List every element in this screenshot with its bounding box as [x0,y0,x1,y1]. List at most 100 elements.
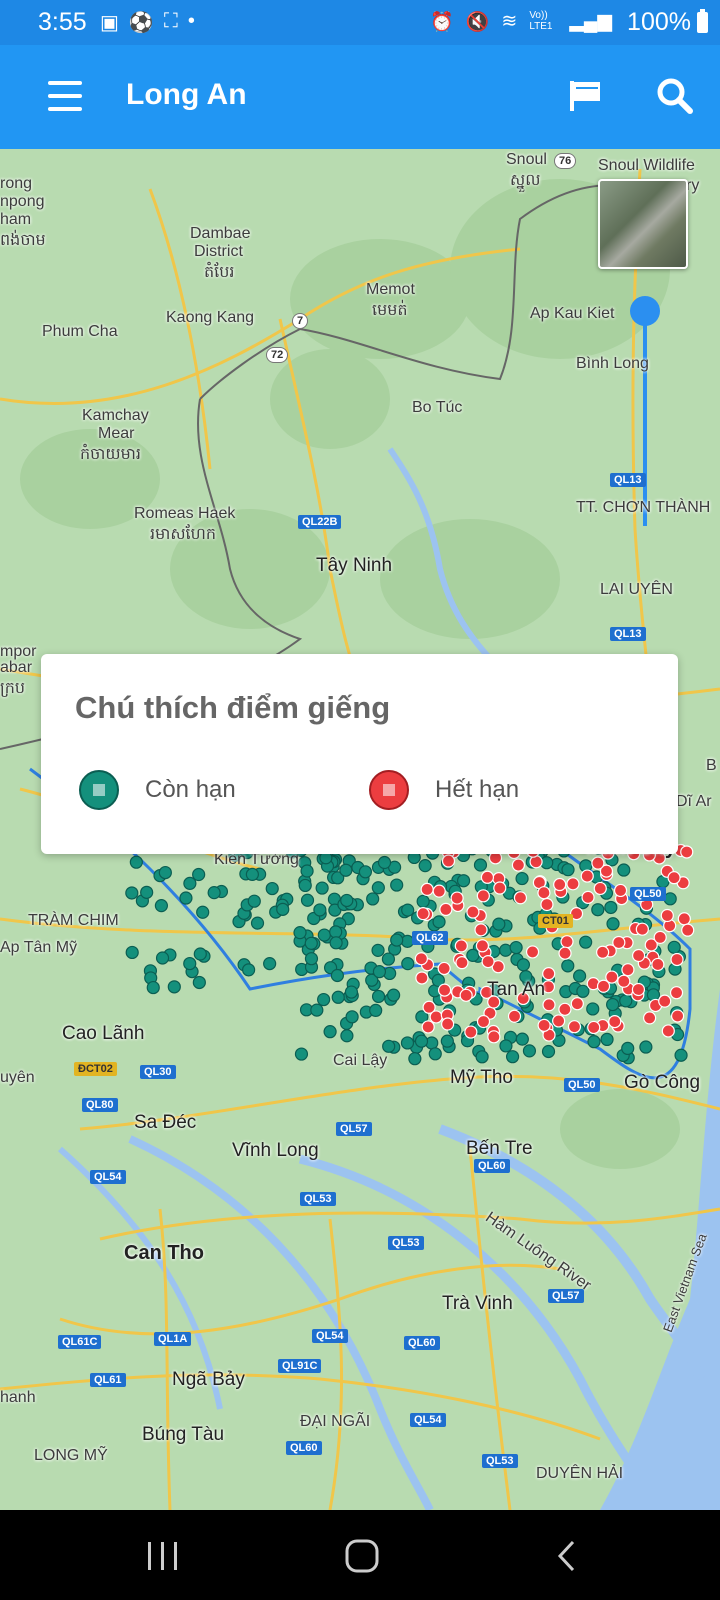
river-branch [298,1154,644,1482]
expired-well-marker [596,945,610,959]
road-badge: 7 [292,313,309,329]
valid-well-marker [339,863,353,877]
valid-well-marker [276,902,290,916]
expired-well-marker [455,956,469,970]
mute-icon: 🔇 [465,12,490,33]
expired-well-marker [635,922,649,936]
expired-well-marker [670,1009,685,1023]
app-bar: Long An [0,45,720,149]
valid-well-marker [242,963,256,977]
map-label: Memot [366,281,415,298]
location-pin[interactable] [630,296,660,326]
valid-well-marker [639,1040,653,1054]
valid-well-marker [323,1025,337,1039]
home-button[interactable] [342,1538,382,1574]
legend-title: Chú thích điểm giếng [75,690,391,725]
map-label: Kaong Kang [166,309,255,326]
valid-well-marker [576,984,590,998]
menu-button[interactable] [46,77,86,117]
valid-well-marker [377,855,392,870]
back-button[interactable] [548,1538,588,1574]
valid-well-marker [329,936,343,950]
valid-well-marker [509,940,523,955]
map-label: Búng Tàu [142,1424,225,1445]
road-badge: QL53 [300,1192,336,1206]
road-badge: QL60 [404,1336,440,1350]
road-badge: QL50 [564,1078,600,1092]
valid-well-marker [515,1032,529,1046]
road-badge: QL57 [336,1122,372,1136]
valid-well-marker [428,1047,442,1061]
expired-well-marker [587,1020,601,1035]
valid-well-marker [371,881,385,895]
flag-button[interactable] [566,75,610,119]
expired-well-icon [369,770,409,810]
expired-well-marker [653,930,667,944]
expired-well-marker [416,907,430,921]
valid-well-marker [294,1047,309,1061]
valid-well-marker [304,952,319,966]
recent-apps-button[interactable] [143,1538,183,1574]
valid-well-marker [317,992,331,1007]
flag-icon [570,81,600,111]
map-label: rong [0,175,33,192]
map-label: តំបែរ [204,264,235,281]
signal-icon: ▂▄▆ [569,11,612,32]
road-badge: CT01 [538,914,573,928]
map-label: hanh [0,1389,36,1406]
valid-well-marker [345,1010,359,1024]
map-label: ĐẠI NGÃI [300,1413,371,1430]
valid-well-marker [587,1035,601,1049]
valid-well-marker [158,865,172,880]
expired-well-marker [621,963,635,977]
valid-well-marker [473,858,488,872]
valid-well-marker [606,997,620,1012]
valid-well-marker [674,1048,688,1062]
expired-well-marker [540,897,554,912]
road-badge: QL13 [610,473,646,487]
street-view-thumbnail[interactable] [598,179,688,269]
expired-well-marker [681,923,695,937]
expired-well-marker [454,939,468,953]
map-label: ក្រប [0,680,26,697]
expired-well-marker [475,939,490,953]
road-badge: QL57 [548,1289,584,1303]
valid-well-marker [663,892,677,906]
battery-icon [697,9,708,33]
valid-well-marker [456,874,471,888]
expired-well-marker [658,994,672,1008]
expired-well-marker [631,948,646,963]
map-label: Bình Long [576,355,649,372]
valid-well-marker [331,990,345,1004]
search-button[interactable] [655,76,699,120]
map-label: កំចាយមារ [80,446,141,463]
expired-well-marker [542,967,556,981]
recent-apps-icon [148,1542,177,1570]
expired-well-marker [566,877,580,891]
expired-well-marker [437,961,451,976]
valid-well-marker [579,935,593,949]
road-badge: QL62 [412,931,448,945]
valid-well-marker [344,985,359,999]
road-badge: QL53 [482,1454,518,1468]
road-badge: ĐCT02 [74,1062,117,1076]
road-badge: QL22B [298,515,342,529]
expired-well-marker [429,1010,443,1024]
valid-well-marker [207,886,221,900]
road-badge: QL30 [140,1065,176,1079]
valid-well-marker [372,965,387,979]
map-label: Romeas Haek [134,505,236,522]
road-badge: QL60 [286,1441,322,1455]
valid-well-marker [313,903,327,917]
valid-well-marker [505,1050,520,1064]
valid-well-marker [129,855,143,869]
map-label: LONG MỸ [34,1447,108,1464]
map-label: Bo Túc [412,399,463,416]
map-label: Ngã Bảy [172,1369,245,1390]
expired-well-marker [677,912,691,926]
map-label: abar [0,659,33,676]
road-badge: QL54 [90,1170,126,1184]
battery-text: 100% [627,8,691,36]
valid-well-marker [516,958,531,972]
road-badge: 72 [266,347,289,363]
